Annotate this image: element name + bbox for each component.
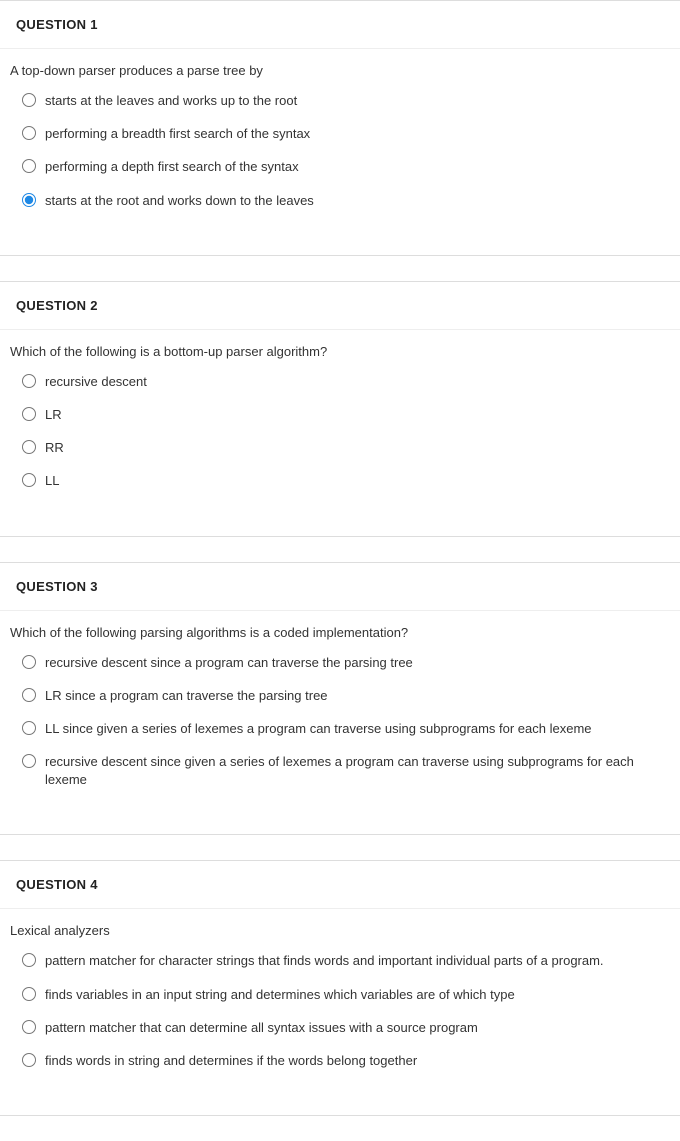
- option[interactable]: LR since a program can traverse the pars…: [22, 687, 670, 705]
- question-header: QUESTION 4: [0, 861, 680, 909]
- question-block: QUESTION 4 Lexical analyzers pattern match…: [0, 860, 680, 1116]
- option-label: performing a depth first search of the s…: [45, 158, 299, 176]
- option-radio[interactable]: [22, 159, 36, 173]
- options-list: recursive descent since a program can tr…: [10, 654, 670, 790]
- option-label: finds words in string and determines if …: [45, 1052, 417, 1070]
- option[interactable]: pattern matcher for character strings th…: [22, 952, 670, 970]
- question-body: Which of the following is a bottom-up pa…: [0, 330, 680, 491]
- option-radio[interactable]: [22, 440, 36, 454]
- question-header: QUESTION 3: [0, 563, 680, 611]
- quiz-container: QUESTION 1 A top-down parser produces a p…: [0, 0, 680, 1116]
- option[interactable]: pattern matcher that can determine all s…: [22, 1019, 670, 1037]
- option-radio[interactable]: [22, 473, 36, 487]
- question-body: A top-down parser produces a parse tree …: [0, 49, 680, 210]
- option[interactable]: finds words in string and determines if …: [22, 1052, 670, 1070]
- option-radio[interactable]: [22, 655, 36, 669]
- question-body: Lexical analyzers pattern matcher for cha…: [0, 909, 680, 1070]
- option-label: recursive descent: [45, 373, 147, 391]
- option-radio[interactable]: [22, 1053, 36, 1067]
- question-prompt: Lexical analyzers: [10, 923, 670, 938]
- option[interactable]: RR: [22, 439, 670, 457]
- option-radio[interactable]: [22, 1020, 36, 1034]
- option-label: pattern matcher that can determine all s…: [45, 1019, 478, 1037]
- options-list: starts at the leaves and works up to the…: [10, 92, 670, 210]
- question-body: Which of the following parsing algorithm…: [0, 611, 680, 790]
- option[interactable]: LR: [22, 406, 670, 424]
- question-block: QUESTION 3 Which of the following parsing…: [0, 562, 680, 836]
- question-title: QUESTION 1: [16, 17, 668, 32]
- option-label: performing a breadth first search of the…: [45, 125, 310, 143]
- option-radio[interactable]: [22, 126, 36, 140]
- option-label: LR since a program can traverse the pars…: [45, 687, 328, 705]
- options-list: pattern matcher for character strings th…: [10, 952, 670, 1070]
- question-title: QUESTION 4: [16, 877, 668, 892]
- question-title: QUESTION 3: [16, 579, 668, 594]
- option-radio[interactable]: [22, 688, 36, 702]
- option-radio[interactable]: [22, 754, 36, 768]
- option-label: recursive descent since given a series o…: [45, 753, 670, 789]
- question-header: QUESTION 1: [0, 1, 680, 49]
- option[interactable]: recursive descent: [22, 373, 670, 391]
- option[interactable]: finds variables in an input string and d…: [22, 986, 670, 1004]
- option-label: LL: [45, 472, 59, 490]
- option-label: pattern matcher for character strings th…: [45, 952, 604, 970]
- option-radio[interactable]: [22, 953, 36, 967]
- question-block: QUESTION 2 Which of the following is a bo…: [0, 281, 680, 537]
- option[interactable]: LL: [22, 472, 670, 490]
- option-radio[interactable]: [22, 721, 36, 735]
- option-radio[interactable]: [22, 407, 36, 421]
- option-label: LL since given a series of lexemes a pro…: [45, 720, 592, 738]
- question-title: QUESTION 2: [16, 298, 668, 313]
- option[interactable]: recursive descent since given a series o…: [22, 753, 670, 789]
- option[interactable]: recursive descent since a program can tr…: [22, 654, 670, 672]
- question-prompt: Which of the following parsing algorithm…: [10, 625, 670, 640]
- question-block: QUESTION 1 A top-down parser produces a p…: [0, 0, 680, 256]
- option-radio[interactable]: [22, 93, 36, 107]
- option[interactable]: LL since given a series of lexemes a pro…: [22, 720, 670, 738]
- option-label: recursive descent since a program can tr…: [45, 654, 413, 672]
- option-radio[interactable]: [22, 374, 36, 388]
- option[interactable]: starts at the leaves and works up to the…: [22, 92, 670, 110]
- option-label: starts at the root and works down to the…: [45, 192, 314, 210]
- option[interactable]: performing a depth first search of the s…: [22, 158, 670, 176]
- question-prompt: Which of the following is a bottom-up pa…: [10, 344, 670, 359]
- option-radio[interactable]: [22, 987, 36, 1001]
- question-prompt: A top-down parser produces a parse tree …: [10, 63, 670, 78]
- option-label: starts at the leaves and works up to the…: [45, 92, 297, 110]
- options-list: recursive descent LR RR LL: [10, 373, 670, 491]
- option-label: RR: [45, 439, 64, 457]
- question-header: QUESTION 2: [0, 282, 680, 330]
- option[interactable]: performing a breadth first search of the…: [22, 125, 670, 143]
- option-label: finds variables in an input string and d…: [45, 986, 515, 1004]
- option-label: LR: [45, 406, 62, 424]
- option[interactable]: starts at the root and works down to the…: [22, 192, 670, 210]
- option-radio[interactable]: [22, 193, 36, 207]
